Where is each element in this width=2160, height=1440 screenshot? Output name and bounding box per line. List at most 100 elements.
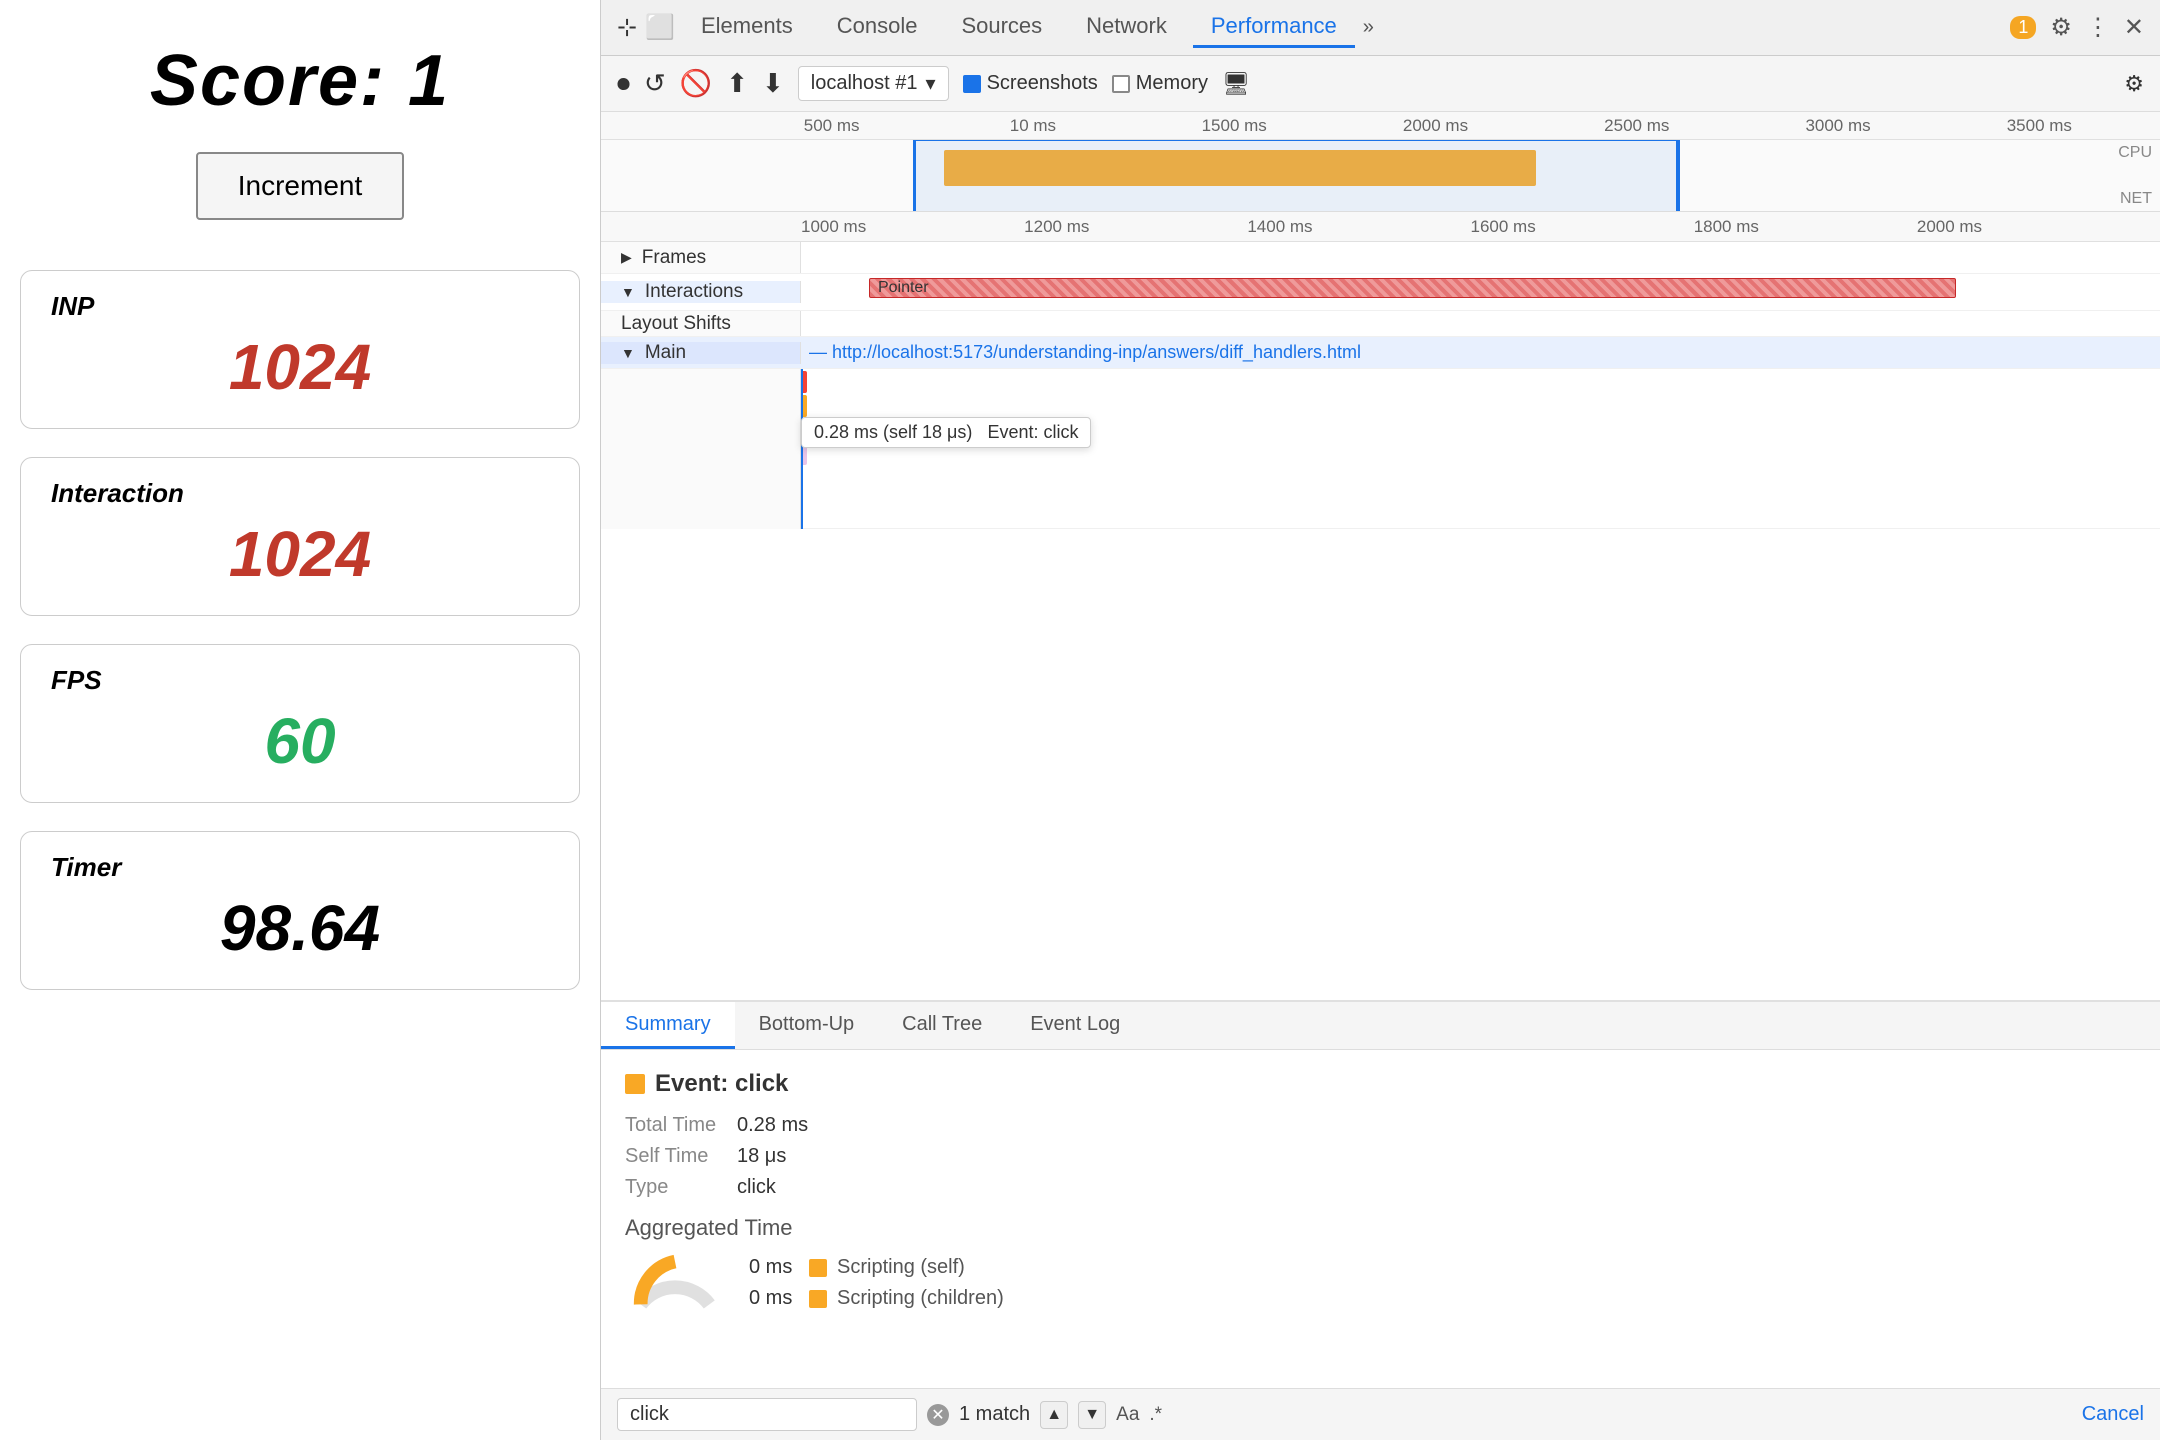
- memory-checkbox[interactable]: [1112, 75, 1130, 93]
- search-prev-button[interactable]: ▲: [1040, 1401, 1068, 1429]
- regex-button[interactable]: .*: [1149, 1404, 1162, 1426]
- interactions-content: Pointer: [801, 274, 2160, 310]
- main-url: — http://localhost:5173/understanding-in…: [809, 342, 1361, 363]
- tab-call-tree[interactable]: Call Tree: [878, 1002, 1006, 1049]
- type-value: click: [737, 1176, 776, 1199]
- frames-label: ▶ Frames: [601, 242, 801, 273]
- increment-button[interactable]: Increment: [196, 152, 405, 220]
- ruler-tick-2500: 2500 ms: [1536, 116, 1737, 136]
- clear-icon[interactable]: 🚫: [680, 68, 712, 99]
- total-time-value: 0.28 ms: [737, 1114, 808, 1137]
- summary-left: Event: click Total Time 0.28 ms Self Tim…: [625, 1070, 2136, 1368]
- fps-card: FPS 60: [20, 644, 580, 803]
- selection-end-bracket[interactable]: [1677, 140, 1680, 212]
- task-label: [601, 369, 801, 529]
- fps-value: 60: [51, 704, 549, 778]
- more-options-icon[interactable]: ⋮: [2086, 13, 2110, 42]
- memory-icon[interactable]: 🖥: [1222, 71, 1250, 97]
- pointer-bar[interactable]: Pointer: [869, 278, 1956, 298]
- search-next-button[interactable]: ▼: [1078, 1401, 1106, 1429]
- layout-shifts-content: [801, 311, 2160, 336]
- detail-tick-2000: 2000 ms: [1917, 217, 2140, 237]
- total-time-label: Total Time: [625, 1114, 725, 1137]
- detail-tick-1400: 1400 ms: [1247, 217, 1470, 237]
- tab-console[interactable]: Console: [819, 7, 936, 48]
- search-input[interactable]: [617, 1398, 917, 1431]
- memory-checkbox-label[interactable]: Memory: [1112, 72, 1208, 95]
- self-time-label: Self Time: [625, 1145, 725, 1168]
- search-cancel-button[interactable]: Cancel: [2082, 1403, 2144, 1426]
- memory-label: Memory: [1136, 72, 1208, 95]
- more-tabs-icon[interactable]: »: [1363, 16, 1374, 39]
- tooltip-event: Event: click: [987, 422, 1078, 442]
- url-bar: localhost #1 ▾: [798, 66, 949, 101]
- url-text: localhost #1: [811, 72, 918, 95]
- donut-and-legend: 0 ms Scripting (self) 0 ms Scripting (ch…: [625, 1253, 2136, 1313]
- close-icon[interactable]: ✕: [2124, 13, 2144, 42]
- event-title: Event: click: [655, 1070, 788, 1098]
- ruler-tick-500: 500 ms: [731, 116, 932, 136]
- event-title-row: Event: click: [625, 1070, 2136, 1098]
- overview-ruler: 500 ms 10 ms 1500 ms 2000 ms 2500 ms 300…: [601, 112, 2160, 140]
- search-match-count: 1 match: [959, 1403, 1030, 1426]
- timeline-overview[interactable]: 500 ms 10 ms 1500 ms 2000 ms 2500 ms 300…: [601, 112, 2160, 212]
- match-case-button[interactable]: Aa: [1116, 1404, 1139, 1426]
- layout-shifts-label: Layout Shifts: [601, 311, 801, 336]
- perf-settings-icon[interactable]: ⚙: [2124, 71, 2144, 97]
- settings-icon[interactable]: ⚙: [2050, 13, 2072, 42]
- legend-label-0: Scripting (self): [837, 1256, 965, 1279]
- tooltip-time: 0.28 ms (self 18 μs): [814, 422, 972, 442]
- ruler-tick-2000: 2000 ms: [1335, 116, 1536, 136]
- cpu-label: CPU: [2118, 144, 2152, 162]
- tab-summary[interactable]: Summary: [601, 1002, 735, 1049]
- tooltip-box: 0.28 ms (self 18 μs) Event: click: [801, 417, 1091, 448]
- devtools-panel: ⊹ ⬜ Elements Console Sources Network Per…: [600, 0, 2160, 1440]
- record-icon[interactable]: ⏺: [617, 68, 630, 100]
- screenshots-checkbox[interactable]: [963, 75, 981, 93]
- inp-value: 1024: [51, 330, 549, 404]
- ruler-tick-3500: 3500 ms: [1939, 116, 2140, 136]
- legend-color-0: [809, 1259, 827, 1277]
- device-icon[interactable]: ⬜: [645, 13, 675, 42]
- interaction-label: Interaction: [51, 478, 549, 509]
- summary-panel: Summary Bottom-Up Call Tree Event Log Ev…: [601, 1000, 2160, 1440]
- tab-performance[interactable]: Performance: [1193, 7, 1355, 48]
- detail-tick-1200: 1200 ms: [1024, 217, 1247, 237]
- aggregated-title: Aggregated Time: [625, 1215, 2136, 1241]
- perf-controls: ⏺ ↺ 🚫 ⬆ ⬇ localhost #1 ▾ Screenshots Mem…: [601, 56, 2160, 112]
- detail-tick-1600: 1600 ms: [1471, 217, 1694, 237]
- detail-tick-1800: 1800 ms: [1694, 217, 1917, 237]
- event-color-square: [625, 1074, 645, 1094]
- tab-sources[interactable]: Sources: [943, 7, 1060, 48]
- detail-tick-1000: 1000 ms: [801, 217, 1024, 237]
- tab-elements[interactable]: Elements: [683, 7, 811, 48]
- screenshots-checkbox-label[interactable]: Screenshots: [963, 72, 1098, 95]
- timer-label: Timer: [51, 852, 549, 883]
- type-row: Type click: [625, 1176, 2136, 1199]
- net-label: NET: [2120, 190, 2152, 208]
- fps-label: FPS: [51, 665, 549, 696]
- timeline-main[interactable]: 1000 ms 1200 ms 1400 ms 1600 ms 1800 ms …: [601, 212, 2160, 1000]
- upload-icon[interactable]: ⬆: [726, 68, 748, 99]
- ruler-tick-10: 10 ms: [932, 116, 1133, 136]
- url-dropdown-icon[interactable]: ▾: [926, 71, 936, 96]
- timer-value: 98.64: [51, 891, 549, 965]
- inspector-icon[interactable]: ⊹: [617, 13, 637, 42]
- tab-network[interactable]: Network: [1068, 7, 1185, 48]
- interactions-row: ▼ Interactions Pointer: [601, 274, 2160, 311]
- tab-bottom-up[interactable]: Bottom-Up: [735, 1002, 879, 1049]
- warning-badge: 1: [2010, 16, 2036, 39]
- legend-color-1: [809, 1290, 827, 1308]
- legend-item-1: 0 ms Scripting (children): [749, 1287, 1004, 1310]
- tab-event-log[interactable]: Event Log: [1006, 1002, 1144, 1049]
- reload-icon[interactable]: ↺: [644, 68, 666, 99]
- legend-items: 0 ms Scripting (self) 0 ms Scripting (ch…: [749, 1256, 1004, 1310]
- selection-overlay[interactable]: [913, 140, 1677, 212]
- self-time-value: 18 μs: [737, 1145, 786, 1168]
- search-clear-button[interactable]: ✕: [927, 1404, 949, 1426]
- screenshots-label: Screenshots: [987, 72, 1098, 95]
- legend-value-1: 0 ms: [749, 1287, 799, 1310]
- self-time-row: Self Time 18 μs: [625, 1145, 2136, 1168]
- ruler-tick-3000: 3000 ms: [1737, 116, 1938, 136]
- download-icon[interactable]: ⬇: [762, 68, 784, 99]
